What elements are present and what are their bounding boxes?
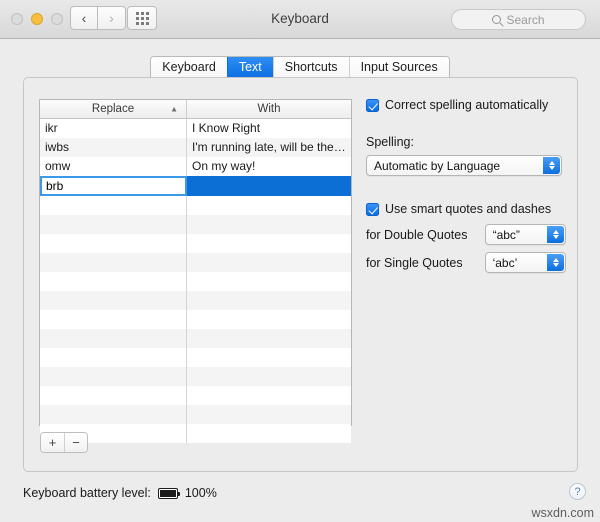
cell-with <box>187 215 351 234</box>
table-row[interactable]: iwbs I'm running late, will be the… <box>40 138 351 157</box>
table-row-empty[interactable] <box>40 196 351 215</box>
table-row-empty[interactable] <box>40 234 351 253</box>
smart-quotes-checkbox-row[interactable]: Use smart quotes and dashes <box>366 202 566 217</box>
cell-with <box>187 367 351 386</box>
watermark: wsxdn.com <box>531 506 594 520</box>
column-header-replace[interactable]: Replace ▲ <box>40 100 187 118</box>
single-quotes-row: for Single Quotes ‘abc’ <box>366 252 566 273</box>
table-row[interactable]: ikr I Know Right <box>40 119 351 138</box>
replacements-table[interactable]: Replace ▲ With ikr I Know Right iwbs I'm… <box>39 99 352 443</box>
cell-with <box>187 348 351 367</box>
correct-spelling-label: Correct spelling automatically <box>385 98 549 112</box>
cell-replace <box>40 215 187 234</box>
single-quotes-popup-button[interactable]: ‘abc’ <box>484 252 566 273</box>
battery-percent: 100% <box>184 486 217 500</box>
table-row-empty[interactable] <box>40 329 351 348</box>
remove-button[interactable]: − <box>64 433 87 452</box>
replace-edit-input[interactable]: brb <box>40 176 187 196</box>
single-quotes-selected-value: ‘abc’ <box>492 255 518 270</box>
smart-quotes-checkbox[interactable] <box>366 203 379 216</box>
cell-with <box>187 234 351 253</box>
cell-with-selected[interactable] <box>187 176 351 196</box>
table-empty-rows <box>40 196 351 443</box>
double-quotes-label: for Double Quotes <box>366 227 468 242</box>
column-header-replace-label: Replace <box>91 103 135 115</box>
cell-replace: ikr <box>40 119 187 138</box>
table-row-empty[interactable] <box>40 348 351 367</box>
cell-replace <box>40 291 187 310</box>
cell-replace <box>40 196 187 215</box>
table-row-empty[interactable] <box>40 386 351 405</box>
battery-status: Keyboard battery level: 100% <box>23 486 217 500</box>
cell-replace <box>40 367 187 386</box>
add-remove-button-group: + − <box>40 432 88 453</box>
cell-with <box>187 329 351 348</box>
table-row-editing[interactable]: brb <box>40 176 351 196</box>
caret-up-icon: ▲ <box>170 104 178 114</box>
tab-input-sources[interactable]: Input Sources <box>348 57 449 79</box>
cell-with <box>187 424 351 443</box>
search-placeholder: Search <box>506 12 545 27</box>
help-button[interactable]: ? <box>569 483 586 500</box>
table-row[interactable]: omw On my way! <box>40 157 351 176</box>
spelling-label: Spelling: <box>366 135 414 149</box>
smart-quotes-label: Use smart quotes and dashes <box>385 202 552 216</box>
cell-with <box>187 253 351 272</box>
cell-with <box>187 196 351 215</box>
table-header-row: Replace ▲ With <box>40 100 351 119</box>
cell-replace <box>40 386 187 405</box>
table-row-empty[interactable] <box>40 291 351 310</box>
battery-label: Keyboard battery level: <box>23 486 151 500</box>
battery-full-icon <box>157 487 181 499</box>
cell-with: On my way! <box>192 159 256 173</box>
table-row-empty[interactable] <box>40 215 351 234</box>
cell-with <box>187 272 351 291</box>
column-header-with-label: With <box>257 103 281 115</box>
double-quotes-row: for Double Quotes “abc” <box>366 224 566 245</box>
spelling-popup-button[interactable]: Automatic by Language <box>366 155 562 176</box>
cell-replace <box>40 253 187 272</box>
text-options-panel: Correct spelling automatically Spelling:… <box>366 98 566 273</box>
chevron-updown-icon[interactable] <box>543 157 560 174</box>
cell-with <box>187 310 351 329</box>
spelling-selected-value: Automatic by Language <box>374 158 501 173</box>
table-row-empty[interactable] <box>40 310 351 329</box>
chevron-updown-icon[interactable] <box>547 254 564 271</box>
cell-with: I Know Right <box>192 121 261 135</box>
table-row-empty[interactable] <box>40 272 351 291</box>
tab-shortcuts[interactable]: Shortcuts <box>272 57 349 79</box>
correct-spelling-checkbox[interactable] <box>366 99 379 112</box>
cell-with <box>187 291 351 310</box>
search-field[interactable]: Search <box>451 9 586 30</box>
tab-keyboard[interactable]: Keyboard <box>151 57 227 79</box>
single-quotes-label: for Single Quotes <box>366 255 463 270</box>
cell-with: I'm running late, will be the… <box>192 140 346 154</box>
cell-replace <box>40 348 187 367</box>
cell-with <box>187 386 351 405</box>
search-icon <box>492 15 502 24</box>
table-row-empty[interactable] <box>40 405 351 424</box>
cell-replace <box>40 272 187 291</box>
cell-replace <box>40 329 187 348</box>
cell-replace: iwbs <box>40 138 187 157</box>
cell-replace <box>40 234 187 253</box>
add-button[interactable]: + <box>41 433 64 452</box>
table-body: ikr I Know Right iwbs I'm running late, … <box>40 119 351 443</box>
chevron-updown-icon[interactable] <box>547 226 564 243</box>
tab-text[interactable]: Text <box>226 57 273 79</box>
cell-replace <box>40 405 187 424</box>
cell-replace <box>40 310 187 329</box>
window-titlebar: ‹ › Keyboard Search <box>0 0 600 39</box>
column-header-with[interactable]: With <box>187 100 351 118</box>
smart-quotes-group: Use smart quotes and dashes for Double Q… <box>366 202 566 273</box>
table-row-empty[interactable] <box>40 367 351 386</box>
cell-replace: omw <box>40 157 187 176</box>
cell-with <box>187 405 351 424</box>
double-quotes-popup-button[interactable]: “abc” <box>484 224 566 245</box>
correct-spelling-checkbox-row[interactable]: Correct spelling automatically <box>366 98 566 113</box>
table-row-empty[interactable] <box>40 253 351 272</box>
double-quotes-selected-value: “abc” <box>492 227 520 242</box>
